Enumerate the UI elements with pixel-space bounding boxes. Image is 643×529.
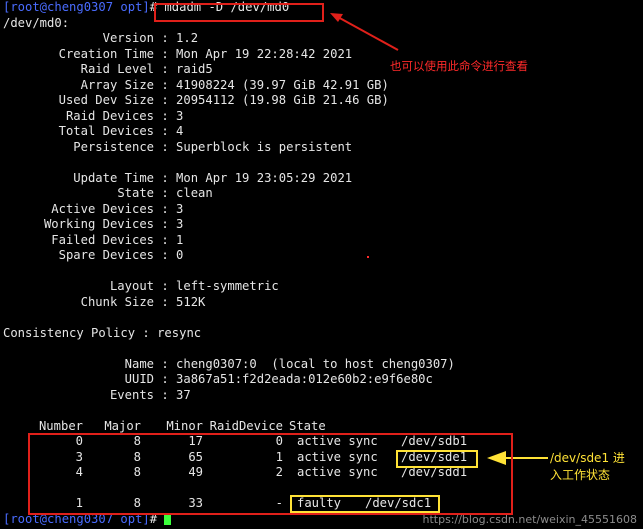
device-table-highlight-box: [28, 433, 513, 515]
red-dot: [367, 256, 369, 258]
sde1-note-line1: /dev/sde1 进: [550, 451, 625, 465]
command-note: 也可以使用此命令进行查看: [390, 59, 528, 73]
watermark: https://blog.csdn.net/weixin_45551608: [422, 513, 637, 526]
sde1-note: /dev/sde1 进 入工作状态: [550, 450, 625, 484]
faulty-highlight-box: [290, 495, 440, 513]
sde1-note-line2: 入工作状态: [550, 468, 611, 482]
sde1-highlight-box: [396, 450, 478, 468]
